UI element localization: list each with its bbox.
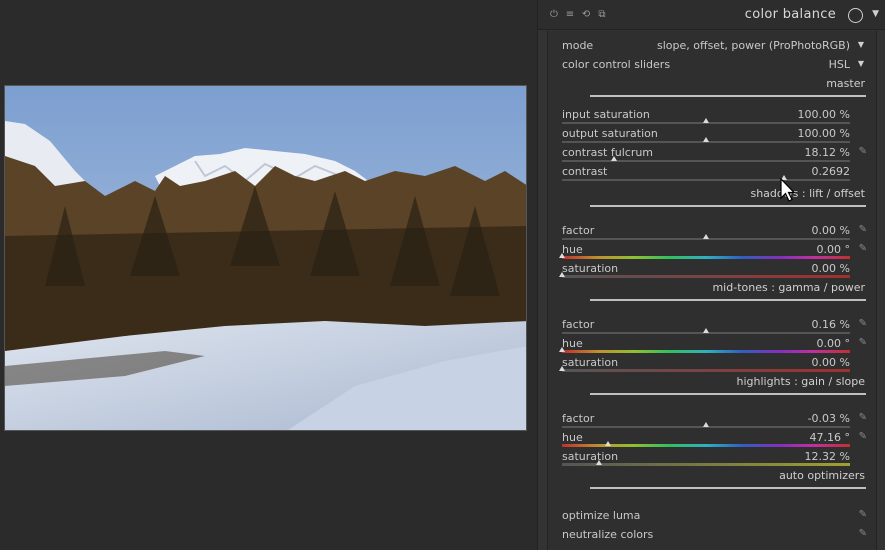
mode-label: mode xyxy=(562,39,594,52)
module-enable-toggle[interactable] xyxy=(848,8,863,23)
input-saturation-slider[interactable]: input saturation 100.00 % xyxy=(562,108,850,124)
slider-label: input saturation xyxy=(562,108,650,121)
slider-knob[interactable] xyxy=(559,366,565,371)
highlights-saturation-slider[interactable]: saturation 12.32 % xyxy=(562,450,850,466)
section-highlights: highlights : gain / slope xyxy=(590,375,866,395)
shadows-saturation-slider[interactable]: saturation 0.00 % xyxy=(559,262,850,278)
section-midtones: mid-tones : gamma / power xyxy=(590,281,866,301)
chevron-down-icon: ▼ xyxy=(857,40,864,49)
slider-knob[interactable] xyxy=(559,272,565,277)
hue-track xyxy=(562,350,850,353)
module-header: ⏻ ≡ ⟲ ⧉ color balance ▼ xyxy=(538,0,885,30)
slider-label: hue xyxy=(562,337,583,350)
slider-label: output saturation xyxy=(562,127,658,140)
slider-label: saturation xyxy=(562,262,619,275)
slider-label: contrast fulcrum xyxy=(562,146,654,159)
power-icon[interactable]: ⏻ xyxy=(548,9,560,21)
slider-knob[interactable] xyxy=(559,253,565,258)
slider-knob[interactable] xyxy=(610,156,617,161)
slider-label: factor xyxy=(562,224,595,237)
slider-value: -0.03 % xyxy=(807,412,850,425)
slider-knob[interactable] xyxy=(703,328,709,333)
color-control-sliders-dropdown[interactable]: color control sliders HSL ▼ xyxy=(562,58,864,74)
midtones-factor-slider[interactable]: factor 0.16 % ✎ xyxy=(562,318,867,334)
slider-knob[interactable] xyxy=(703,234,709,239)
image-viewer[interactable] xyxy=(0,0,537,550)
slider-value: 47.16 ° xyxy=(809,431,851,444)
slider-value: 0.00 ° xyxy=(816,337,851,350)
slider-knob[interactable] xyxy=(703,137,709,142)
slider-value: 0.00 % xyxy=(811,224,850,237)
slider-knob[interactable] xyxy=(703,118,709,123)
color-control-sliders-value: HSL xyxy=(828,58,850,71)
optimize-luma-label: optimize luma xyxy=(562,509,641,522)
hue-track xyxy=(562,256,850,259)
slider-label: hue xyxy=(562,431,583,444)
color-picker-icon[interactable]: ✎ xyxy=(859,318,867,329)
color-control-sliders-label: color control sliders xyxy=(562,58,671,71)
mouse-cursor-icon xyxy=(780,178,796,202)
mode-dropdown[interactable]: mode slope, offset, power (ProPhotoRGB) … xyxy=(562,39,864,55)
module-menu-chevron-icon[interactable]: ▼ xyxy=(872,9,879,19)
color-picker-icon[interactable]: ✎ xyxy=(859,528,867,539)
color-picker-icon[interactable]: ✎ xyxy=(859,146,867,157)
contrast-fulcrum-slider[interactable]: contrast fulcrum 18.12 % ✎ xyxy=(562,146,867,162)
slider-label: factor xyxy=(562,318,595,331)
slider-label: hue xyxy=(562,243,583,256)
color-picker-icon[interactable]: ✎ xyxy=(859,337,867,348)
neutralize-colors-label: neutralize colors xyxy=(562,528,654,541)
slider-value: 0.00 % xyxy=(811,356,850,369)
slider-value: 18.12 % xyxy=(804,146,850,159)
module-content: mode slope, offset, power (ProPhotoRGB) … xyxy=(547,31,877,550)
midtones-saturation-slider[interactable]: saturation 0.00 % xyxy=(559,356,850,372)
slider-label: contrast xyxy=(562,165,608,178)
slider-value: 0.00 ° xyxy=(816,243,851,256)
slider-value: 100.00 % xyxy=(797,108,850,121)
slider-track xyxy=(562,179,850,181)
neutralize-colors-button[interactable]: neutralize colors ✎ xyxy=(562,528,867,544)
slider-value: 12.32 % xyxy=(804,450,850,463)
presets-icon[interactable]: ≡ xyxy=(564,9,576,21)
chevron-down-icon: ▼ xyxy=(857,59,864,68)
midtones-hue-slider[interactable]: hue 0.00 ° ✎ xyxy=(559,337,867,353)
slider-knob[interactable] xyxy=(596,460,603,465)
duplicate-icon[interactable]: ⧉ xyxy=(596,9,608,21)
slider-label: saturation xyxy=(562,450,619,463)
color-picker-icon[interactable]: ✎ xyxy=(859,412,867,423)
slider-value: 0.16 % xyxy=(811,318,850,331)
saturation-track xyxy=(562,369,850,372)
shadows-hue-slider[interactable]: hue 0.00 ° ✎ xyxy=(559,243,867,259)
reset-icon[interactable]: ⟲ xyxy=(580,9,592,21)
section-master: master xyxy=(590,77,866,97)
slider-knob[interactable] xyxy=(559,347,565,352)
output-saturation-slider[interactable]: output saturation 100.00 % xyxy=(562,127,850,143)
saturation-track xyxy=(562,463,850,466)
slider-label: factor xyxy=(562,412,595,425)
slider-knob[interactable] xyxy=(703,422,709,427)
slider-value: 0.2692 xyxy=(811,165,851,178)
section-shadows: shadows : lift / offset xyxy=(590,187,866,207)
color-picker-icon[interactable]: ✎ xyxy=(859,509,867,520)
highlights-hue-slider[interactable]: hue 47.16 ° ✎ xyxy=(562,431,867,447)
contrast-slider[interactable]: contrast 0.2692 xyxy=(562,165,850,181)
saturation-track xyxy=(562,275,850,278)
slider-value: 0.00 % xyxy=(811,262,850,275)
color-picker-icon[interactable]: ✎ xyxy=(859,243,867,254)
module-title: color balance xyxy=(744,7,836,22)
section-auto-optimizers: auto optimizers xyxy=(590,469,866,489)
module-panel: ⏻ ≡ ⟲ ⧉ color balance ▼ mode slope, offs… xyxy=(537,0,885,550)
slider-value: 100.00 % xyxy=(797,127,850,140)
slider-track xyxy=(562,160,850,162)
shadows-factor-slider[interactable]: factor 0.00 % ✎ xyxy=(562,224,867,240)
slider-knob[interactable] xyxy=(605,441,612,446)
photo-preview[interactable] xyxy=(4,85,527,431)
color-picker-icon[interactable]: ✎ xyxy=(859,431,867,442)
highlights-factor-slider[interactable]: factor -0.03 % ✎ xyxy=(562,412,867,428)
optimize-luma-button[interactable]: optimize luma ✎ xyxy=(562,509,867,525)
mode-value: slope, offset, power (ProPhotoRGB) xyxy=(657,39,850,52)
slider-label: saturation xyxy=(562,356,619,369)
color-picker-icon[interactable]: ✎ xyxy=(859,224,867,235)
